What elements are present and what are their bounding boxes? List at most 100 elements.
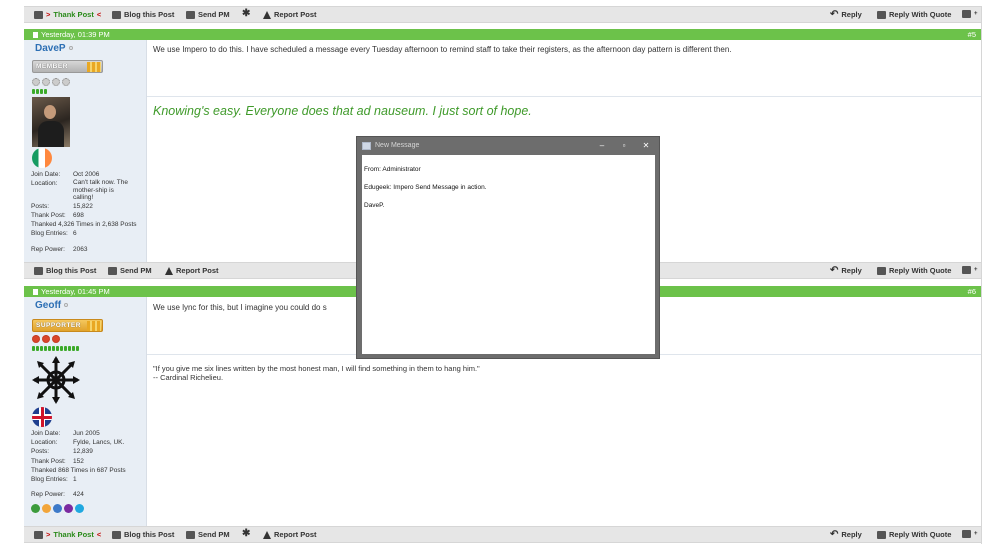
multi-reply-button[interactable]: + xyxy=(962,266,978,274)
reply-button[interactable]: ↶ Reply xyxy=(830,529,862,539)
join-date-label: Join Date: xyxy=(31,171,61,178)
uk-flag-icon xyxy=(32,407,52,427)
gear-icon xyxy=(32,335,40,343)
report-post-button[interactable]: Report Post xyxy=(263,10,317,19)
post-message: We use lync for this, but I imagine you … xyxy=(153,303,327,312)
reply-arrow-icon: ↶ xyxy=(830,8,839,20)
thank-post-button[interactable]: > Thank Post < xyxy=(34,10,101,19)
signature: "If you give me six lines written by the… xyxy=(153,364,480,382)
reply-button[interactable]: ↶ Reply xyxy=(830,8,862,20)
reply-button[interactable]: ↶ Reply xyxy=(830,265,862,275)
thanked-count: Thanked 868 Times in 687 Posts xyxy=(31,466,126,474)
thank-prefix: > xyxy=(46,530,51,539)
dialog-content: From: Administrator Edugeek: Impero Send… xyxy=(362,155,655,354)
post-message: We use Impero to do this. I have schedul… xyxy=(153,45,732,54)
gear-icon xyxy=(32,78,40,86)
gear-icon xyxy=(52,335,60,343)
signature-quote: "If you give me six lines written by the… xyxy=(153,364,480,373)
user-info: Join Date: Oct 2006 Location: Can't talk n… xyxy=(31,170,141,254)
multiquote-button[interactable]: ✱ xyxy=(242,8,251,19)
report-label: Report Post xyxy=(274,10,317,19)
username-link[interactable]: Geoff xyxy=(35,300,69,311)
report-post-button[interactable]: Report Post xyxy=(263,530,317,539)
thank-prefix: > xyxy=(46,10,51,19)
pm-label: Send PM xyxy=(198,10,230,19)
reply-with-quote-button[interactable]: Reply With Quote xyxy=(877,10,951,19)
pm-icon xyxy=(186,530,195,539)
posts-value: 12,839 xyxy=(73,448,93,456)
blog-label: Blog this Post xyxy=(46,266,97,275)
rep-power-label: Rep Power: xyxy=(31,245,65,253)
reply-with-quote-button[interactable]: Reply With Quote xyxy=(877,530,951,539)
blog-entries-label: Blog Entries: xyxy=(31,230,68,238)
post-header: Yesterday, 01:39 PM #5 xyxy=(24,29,981,40)
thank-label: Thank Post xyxy=(53,10,94,19)
offline-status-icon xyxy=(68,46,73,50)
chaos-star-avatar[interactable] xyxy=(32,356,80,404)
rank-label: MEMBER xyxy=(36,63,68,70)
report-label: Report Post xyxy=(176,266,219,275)
blog-label: Blog this Post xyxy=(124,530,175,539)
pm-label: Send PM xyxy=(120,266,152,275)
user-panel: Geoff SUPPORTER Join Date: Jun 2005 Loca… xyxy=(24,297,147,526)
blog-post-button[interactable]: Blog this Post xyxy=(112,10,174,19)
quote-icon xyxy=(877,530,886,539)
thank-post-value: 152 xyxy=(73,457,84,465)
reply-with-quote-button[interactable]: Reply With Quote xyxy=(877,266,951,275)
pm-icon xyxy=(186,10,195,19)
location-label: Location: xyxy=(31,180,58,188)
offline-status-icon xyxy=(64,303,69,307)
asterisk-icon: ✱ xyxy=(242,8,251,19)
rank-gears xyxy=(32,335,60,343)
gear-icon xyxy=(42,335,50,343)
aim-icon[interactable] xyxy=(42,504,51,513)
location-label: Location: xyxy=(31,439,58,447)
msn-icon[interactable] xyxy=(53,504,62,513)
report-post-button[interactable]: Report Post xyxy=(165,266,219,275)
report-label: Report Post xyxy=(274,530,317,539)
skype-icon[interactable] xyxy=(75,504,84,513)
gear-icon xyxy=(42,78,50,86)
new-message-dialog[interactable]: New Message – ▫ ✕ From: Administrator Ed… xyxy=(356,136,660,359)
signature: Knowing's easy. Everyone does that ad na… xyxy=(153,104,532,118)
send-pm-button[interactable]: Send PM xyxy=(186,10,230,19)
plus-icon: + xyxy=(974,11,978,17)
post-number-link[interactable]: #5 xyxy=(968,30,976,39)
blog-post-button[interactable]: Blog this Post xyxy=(34,266,96,275)
warning-icon xyxy=(165,266,173,275)
rank-badge: MEMBER xyxy=(32,60,103,73)
rank-gold-stripes xyxy=(87,62,101,72)
multi-reply-icon xyxy=(962,530,971,538)
dialog-title: New Message xyxy=(375,142,420,149)
multi-reply-button[interactable]: + xyxy=(962,530,978,538)
post-number-link[interactable]: #6 xyxy=(968,287,976,296)
dialog-titlebar[interactable]: New Message – ▫ ✕ xyxy=(357,137,659,155)
username-link[interactable]: DaveP xyxy=(35,43,73,54)
join-date-value: Oct 2006 xyxy=(73,171,100,178)
maximize-button[interactable]: ▫ xyxy=(619,141,629,151)
join-date-label: Join Date: xyxy=(31,430,61,437)
yahoo-icon[interactable] xyxy=(64,504,73,513)
multiquote-button[interactable]: ✱ xyxy=(242,529,250,539)
send-pm-button[interactable]: Send PM xyxy=(108,266,152,275)
icq-icon[interactable] xyxy=(31,504,40,513)
thanked-count: Thanked 4,326 Times in 2,638 Posts xyxy=(31,221,137,229)
pm-icon xyxy=(108,266,117,275)
avatar[interactable] xyxy=(32,97,70,147)
multi-reply-icon xyxy=(962,10,971,18)
thank-post-label: Thank Post: xyxy=(31,211,66,219)
reply-label: Reply xyxy=(841,10,862,19)
multi-reply-button[interactable]: + xyxy=(962,10,978,18)
rep-power-label: Rep Power: xyxy=(31,491,65,499)
send-pm-button[interactable]: Send PM xyxy=(186,530,230,539)
im-icons xyxy=(31,504,84,513)
thank-post-button[interactable]: > Thank Post < xyxy=(34,530,101,539)
warning-icon xyxy=(263,10,271,19)
minimize-button[interactable]: – xyxy=(597,141,607,151)
window-icon xyxy=(362,142,371,150)
blog-post-button[interactable]: Blog this Post xyxy=(112,530,174,539)
thank-icon xyxy=(34,530,43,539)
post-date: Yesterday, 01:45 PM xyxy=(33,287,110,296)
close-button[interactable]: ✕ xyxy=(641,141,651,151)
ireland-flag-icon xyxy=(32,148,52,168)
